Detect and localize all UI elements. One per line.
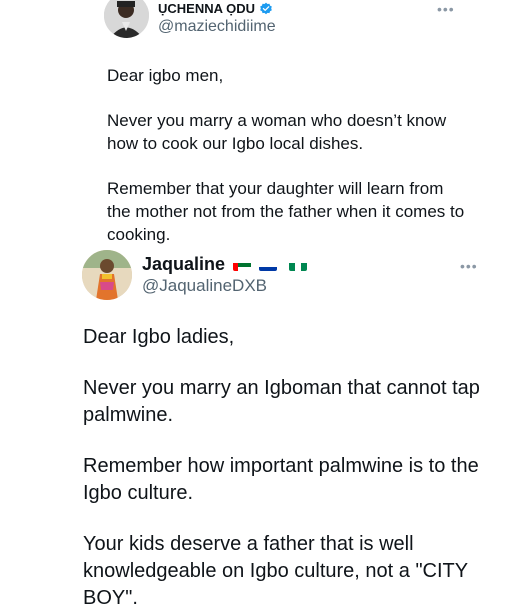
author-row: ỤCHENNA ỌDU xyxy=(158,1,273,16)
display-name[interactable]: Jaqualine xyxy=(142,254,225,275)
display-name[interactable]: ỤCHENNA ỌDU xyxy=(158,1,255,16)
russia-flag-icon xyxy=(259,259,278,271)
user-handle[interactable]: @maziechidiime xyxy=(158,18,276,36)
more-horizontal-icon[interactable]: ••• xyxy=(460,259,478,273)
avatar[interactable] xyxy=(104,0,149,38)
uae-flag-icon xyxy=(233,259,252,271)
tweet-text: Dear Igbo ladies, Never you marry an Igb… xyxy=(83,324,483,612)
tweet-paragraph: Never you marry a woman who doesn’t know… xyxy=(107,111,447,153)
tweet-paragraph: Dear igbo men, xyxy=(107,66,224,85)
verified-badge-icon xyxy=(259,2,273,16)
tweet-text: Dear igbo men, Never you marry a woman w… xyxy=(107,64,467,246)
more-horizontal-icon[interactable]: ••• xyxy=(437,2,455,16)
nigeria-flag-icon xyxy=(289,259,308,271)
tweet-paragraph: Never you marry an Igboman that cannot t… xyxy=(83,377,480,426)
tweet-paragraph: Remember how important palmwine is to th… xyxy=(83,455,479,504)
tweet-paragraph: Remember that your daughter will learn f… xyxy=(107,179,465,244)
user-handle[interactable]: @JaqualineDXB xyxy=(142,276,267,296)
author-row: Jaqualine xyxy=(142,254,308,275)
tweet-paragraph: Your kids deserve a father that is well … xyxy=(83,533,468,609)
tweet-paragraph: Dear Igbo ladies, xyxy=(83,326,235,348)
avatar[interactable] xyxy=(82,250,132,300)
